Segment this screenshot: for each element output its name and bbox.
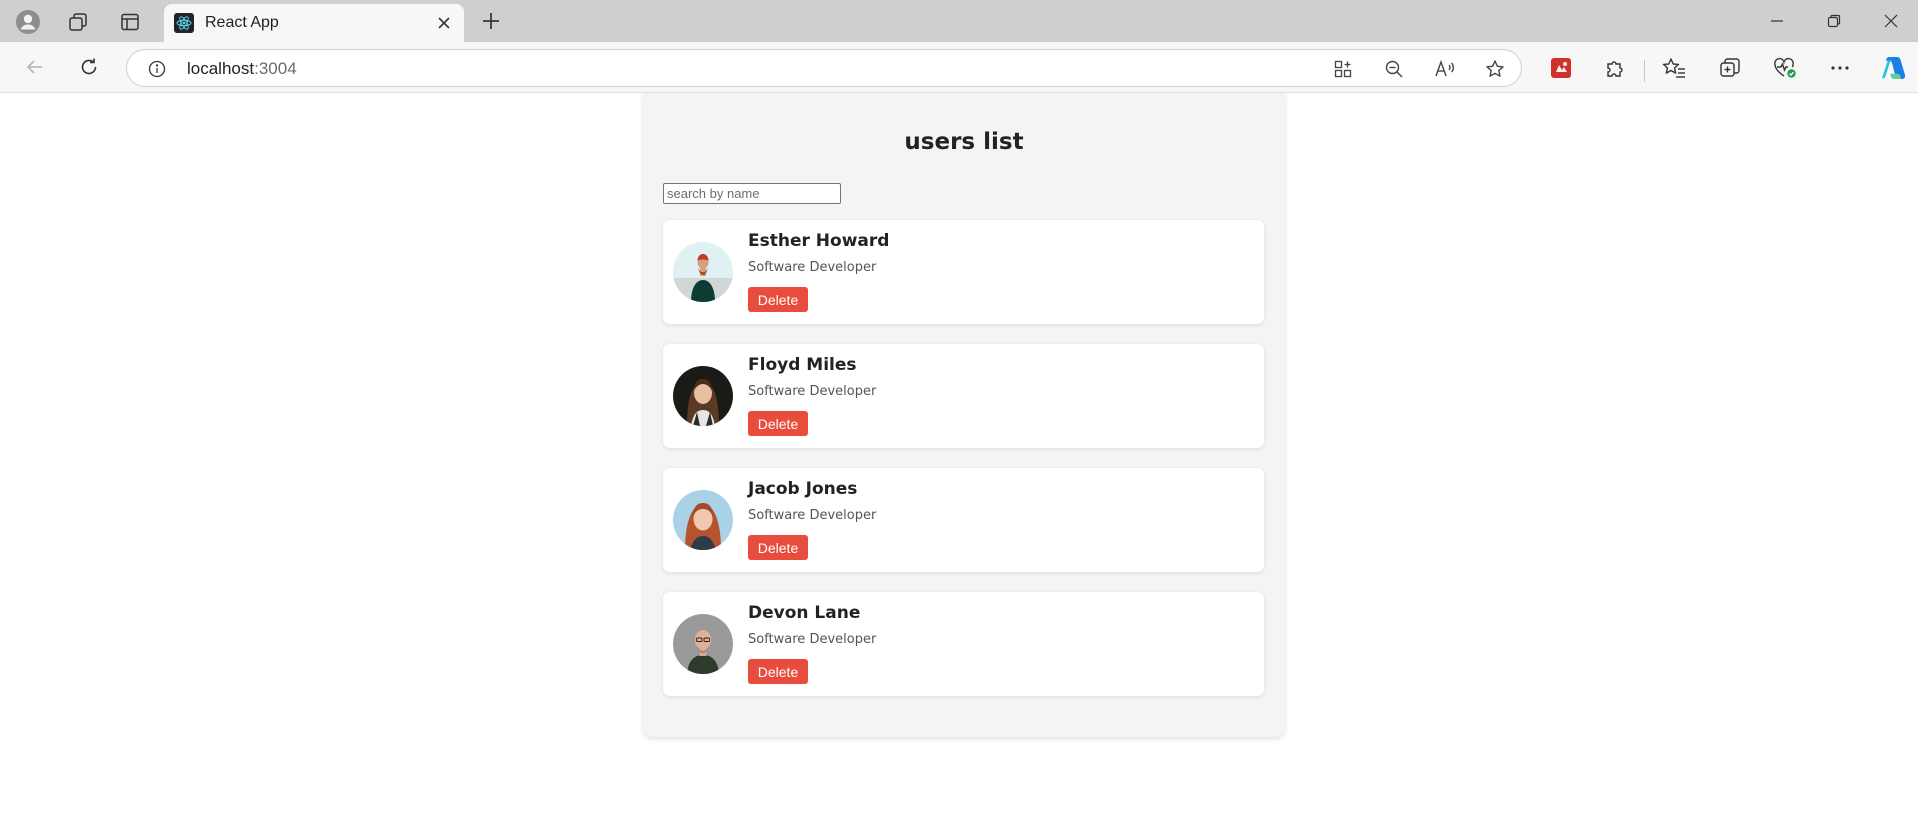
more-icon[interactable] <box>1826 54 1854 82</box>
react-logo-icon <box>174 13 194 33</box>
user-card: Esther Howard Software Developer Delete <box>663 220 1264 324</box>
avatar <box>673 614 733 674</box>
users-panel: users list Esther Howard Software Develo… <box>643 93 1285 737</box>
address-url[interactable]: localhost:3004 <box>187 59 297 79</box>
address-host: localhost <box>187 59 255 78</box>
zoom-out-icon[interactable] <box>1382 57 1406 81</box>
collections-icon[interactable] <box>1716 54 1744 82</box>
back-arrow-icon[interactable] <box>18 50 52 84</box>
info-icon[interactable] <box>147 59 167 79</box>
profile-icon[interactable] <box>6 6 50 38</box>
delete-button[interactable]: Delete <box>748 287 808 312</box>
close-window-icon[interactable] <box>1868 4 1914 38</box>
delete-button[interactable]: Delete <box>748 659 808 684</box>
user-name: Jacob Jones <box>748 479 858 499</box>
plus-icon[interactable] <box>476 6 506 36</box>
user-role: Software Developer <box>748 260 877 275</box>
workspaces-icon[interactable] <box>56 6 100 38</box>
avatar <box>673 490 733 550</box>
app-available-icon[interactable] <box>1331 57 1355 81</box>
puzzle-icon[interactable] <box>1601 54 1629 82</box>
delete-button[interactable]: Delete <box>748 535 808 560</box>
address-bar[interactable]: localhost:3004 <box>126 49 1522 87</box>
toolbar-divider <box>1644 60 1645 82</box>
browser-tab-bar: React App <box>0 0 1918 42</box>
active-tab[interactable]: React App <box>164 4 464 42</box>
user-name: Floyd Miles <box>748 355 857 375</box>
minimize-icon[interactable] <box>1754 4 1800 38</box>
refresh-icon[interactable] <box>72 50 106 84</box>
user-name: Esther Howard <box>748 231 890 251</box>
close-icon[interactable] <box>432 11 456 35</box>
user-name: Devon Lane <box>748 603 861 623</box>
extension-red-icon[interactable] <box>1547 54 1575 82</box>
read-aloud-icon[interactable] <box>1433 57 1457 81</box>
user-card: Devon Lane Software Developer Delete <box>663 592 1264 696</box>
user-role: Software Developer <box>748 384 877 399</box>
user-role: Software Developer <box>748 508 877 523</box>
address-port: :3004 <box>254 59 297 78</box>
avatar <box>673 242 733 302</box>
tab-title: React App <box>205 14 279 31</box>
search-input[interactable] <box>663 183 841 204</box>
user-role: Software Developer <box>748 632 877 647</box>
browser-toolbar: localhost:3004 <box>0 42 1918 93</box>
delete-button[interactable]: Delete <box>748 411 808 436</box>
user-card: Jacob Jones Software Developer Delete <box>663 468 1264 572</box>
heart-pulse-icon[interactable] <box>1771 54 1799 82</box>
avatar <box>673 366 733 426</box>
page-title: users list <box>904 129 1024 155</box>
star-icon[interactable] <box>1483 57 1507 81</box>
vertical-tabs-icon[interactable] <box>108 6 152 38</box>
user-card: Floyd Miles Software Developer Delete <box>663 344 1264 448</box>
page-viewport: users list Esther Howard Software Develo… <box>4 93 1918 831</box>
restore-icon[interactable] <box>1811 4 1857 38</box>
favorites-icon[interactable] <box>1660 54 1688 82</box>
copilot-icon[interactable] <box>1880 54 1908 82</box>
